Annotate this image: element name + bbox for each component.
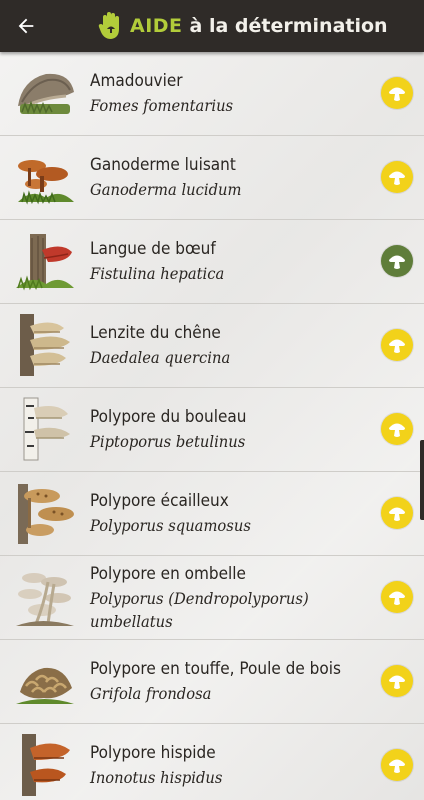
app-bar: AIDE à la détermination <box>0 0 424 52</box>
list-item[interactable]: Polypore en touffe, Poule de bois Grifol… <box>0 640 424 724</box>
list-item[interactable]: Lenzite du chêne Daedalea quercina <box>0 304 424 388</box>
common-name: Polypore écailleux <box>90 491 229 511</box>
common-name: Langue de bœuf <box>90 239 216 259</box>
edibility-badge <box>381 77 413 109</box>
mushroom-illustration-icon <box>22 734 70 796</box>
mushroom-illustration-icon <box>23 397 70 461</box>
title-highlight: AIDE <box>130 15 183 37</box>
mushroom-list[interactable]: Amadouvier Fomes fomentarius Ganoderme l… <box>0 52 424 800</box>
common-name: Ganoderme luisant <box>90 155 236 175</box>
edibility-badge <box>381 749 413 781</box>
mushroom-illustration-icon <box>18 160 74 205</box>
mushroom-illustration-icon <box>16 667 74 704</box>
latin-name: Polyporus (Dendropolyporus) <box>90 589 309 608</box>
back-button[interactable] <box>0 0 52 52</box>
title-text: à la détermination <box>189 15 388 37</box>
mushroom-illustration-icon <box>18 484 74 544</box>
common-name: Amadouvier <box>90 71 183 91</box>
mushroom-illustration-icon <box>20 314 70 376</box>
edibility-badge <box>381 329 413 361</box>
common-name: Lenzite du chêne <box>90 323 221 343</box>
common-name: Polypore hispide <box>90 743 216 763</box>
mushroom-icon <box>389 675 405 689</box>
mushroom-icon <box>389 255 405 269</box>
latin-name: Polyporus squamosus <box>90 516 251 535</box>
list-item[interactable]: Polypore du bouleau Piptoporus betulinus <box>0 388 424 472</box>
list-item[interactable]: Polypore hispide Inonotus hispidus <box>0 724 424 800</box>
common-name: Polypore en ombelle <box>90 564 246 584</box>
latin-name: Inonotus hispidus <box>90 768 223 787</box>
back-arrow-icon <box>18 18 34 34</box>
list-item[interactable]: Langue de bœuf Fistulina hepatica <box>0 220 424 304</box>
scrollbar[interactable] <box>420 440 424 520</box>
mushroom-illustration-icon <box>18 73 74 115</box>
mushroom-icon <box>389 423 405 437</box>
edibility-badge <box>381 413 413 445</box>
mushroom-icon <box>389 171 405 185</box>
mushroom-icon <box>389 759 405 773</box>
list-item[interactable]: Ganoderme luisant Ganoderma lucidum <box>0 136 424 220</box>
list-item[interactable]: Amadouvier Fomes fomentarius <box>0 52 424 136</box>
latin-name: Piptoporus betulinus <box>90 432 246 451</box>
mushroom-icon <box>389 339 405 353</box>
page-title: AIDE à la détermination <box>98 11 388 41</box>
latin-name-continued: umbellatus <box>90 612 173 631</box>
latin-name: Fistulina hepatica <box>90 264 225 283</box>
mushroom-illustration-icon <box>16 573 74 626</box>
hand-mushroom-logo-icon <box>98 12 119 39</box>
edibility-badge <box>381 245 413 277</box>
edibility-badge <box>381 581 413 613</box>
latin-name: Daedalea quercina <box>90 348 231 367</box>
list-item[interactable]: Polypore en ombelle Polyporus (Dendropol… <box>0 556 424 640</box>
latin-name: Grifola frondosa <box>90 684 212 703</box>
list-item[interactable]: Polypore écailleux Polyporus squamosus <box>0 472 424 556</box>
mushroom-illustration-icon <box>16 234 74 291</box>
edibility-badge <box>381 665 413 697</box>
mushroom-icon <box>389 507 405 521</box>
mushroom-icon <box>389 87 405 101</box>
latin-name: Ganoderma lucidum <box>90 180 242 199</box>
edibility-badge <box>381 161 413 193</box>
common-name: Polypore en touffe, Poule de bois <box>90 659 341 679</box>
mushroom-icon <box>389 591 405 605</box>
latin-name: Fomes fomentarius <box>90 96 234 115</box>
common-name: Polypore du bouleau <box>90 407 247 427</box>
edibility-badge <box>381 497 413 529</box>
